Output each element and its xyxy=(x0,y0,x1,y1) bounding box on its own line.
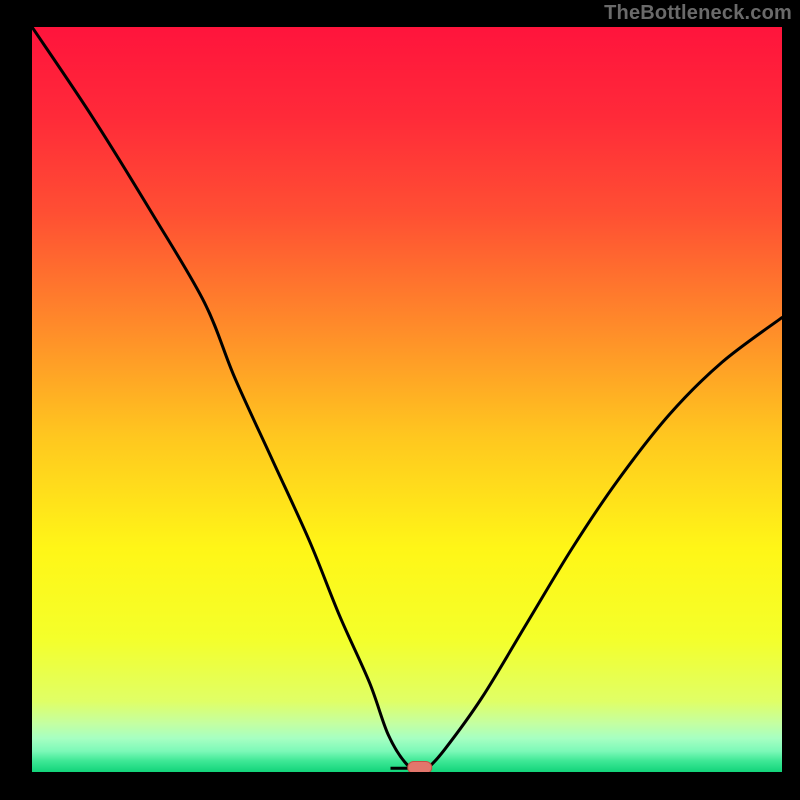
bottleneck-chart xyxy=(32,27,782,772)
optimum-marker xyxy=(408,762,432,772)
chart-stage: TheBottleneck.com xyxy=(0,0,800,800)
plot-area xyxy=(32,27,782,772)
attribution-text: TheBottleneck.com xyxy=(604,2,792,25)
